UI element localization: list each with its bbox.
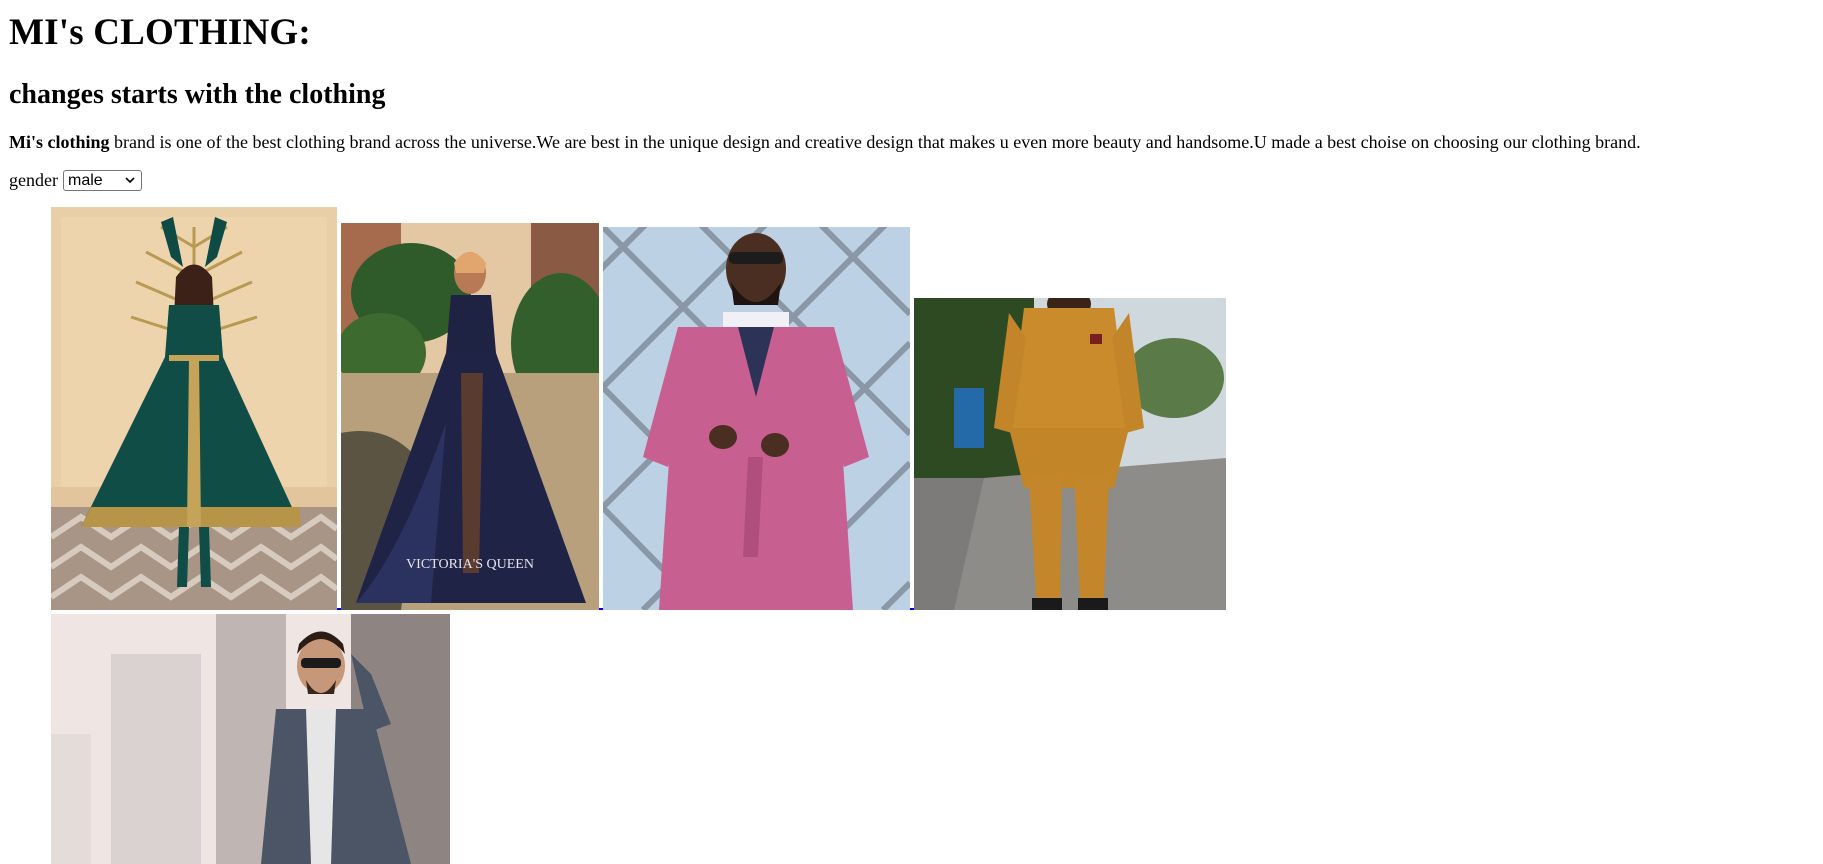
page-title: MI's CLOTHING: bbox=[9, 12, 311, 53]
product-image-navy-gown[interactable]: VICTORIA'S QUEEN bbox=[341, 223, 599, 610]
product-image-green-gown[interactable] bbox=[51, 207, 337, 610]
gender-select[interactable]: male bbox=[62, 169, 142, 191]
page-tagline: changes starts with the clothing bbox=[9, 79, 386, 110]
product-image-pink-suit[interactable] bbox=[603, 227, 910, 610]
product-image-mustard-suit[interactable] bbox=[914, 298, 1226, 610]
page: { "header": { "title": "MI's CLOTHING:",… bbox=[0, 10, 1823, 864]
gender-selected-value: male bbox=[67, 171, 103, 189]
photo-watermark: VICTORIA'S QUEEN bbox=[406, 557, 534, 572]
description-text: brand is one of the best clothing brand … bbox=[109, 132, 1641, 152]
gender-label: gender bbox=[9, 170, 58, 190]
chevron-down-icon bbox=[125, 176, 135, 183]
gender-filter: gender male bbox=[9, 168, 1814, 192]
main-content: MI's CLOTHING: changes starts with the c… bbox=[0, 10, 1823, 192]
brand-name: Mi's clothing bbox=[9, 132, 110, 152]
product-image-denim-jacket[interactable] bbox=[51, 614, 450, 864]
brand-description: Mi's clothing brand is one of the best c… bbox=[9, 130, 1814, 154]
